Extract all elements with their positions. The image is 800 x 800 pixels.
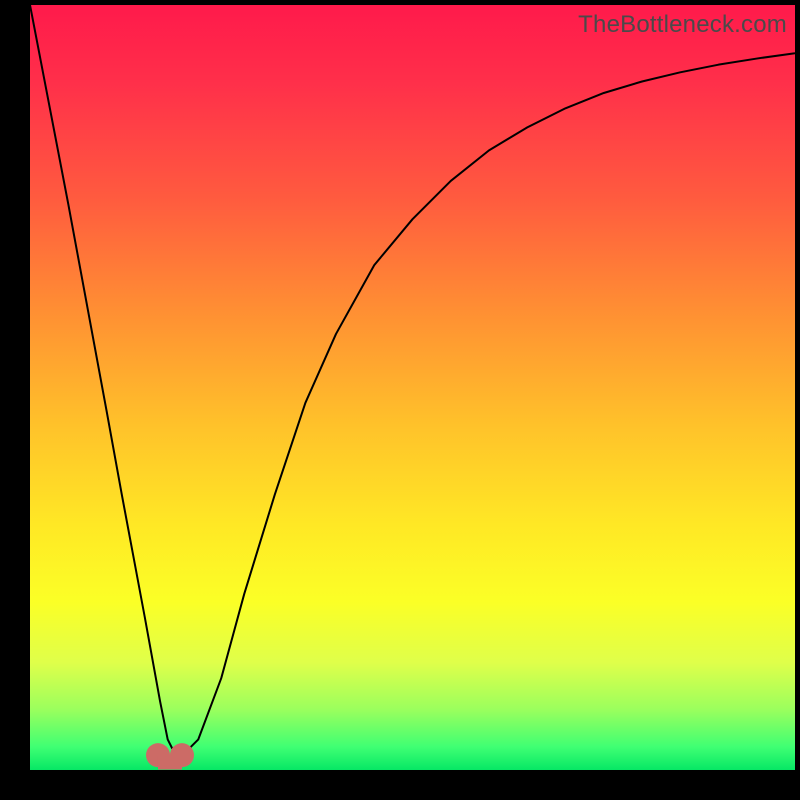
chart-svg — [30, 5, 795, 770]
curve-group — [30, 5, 795, 755]
plot-area: TheBottleneck.com — [30, 5, 795, 770]
chart-frame: TheBottleneck.com — [0, 0, 800, 800]
bottleneck-curve — [30, 5, 795, 755]
valley-marker — [146, 743, 194, 769]
